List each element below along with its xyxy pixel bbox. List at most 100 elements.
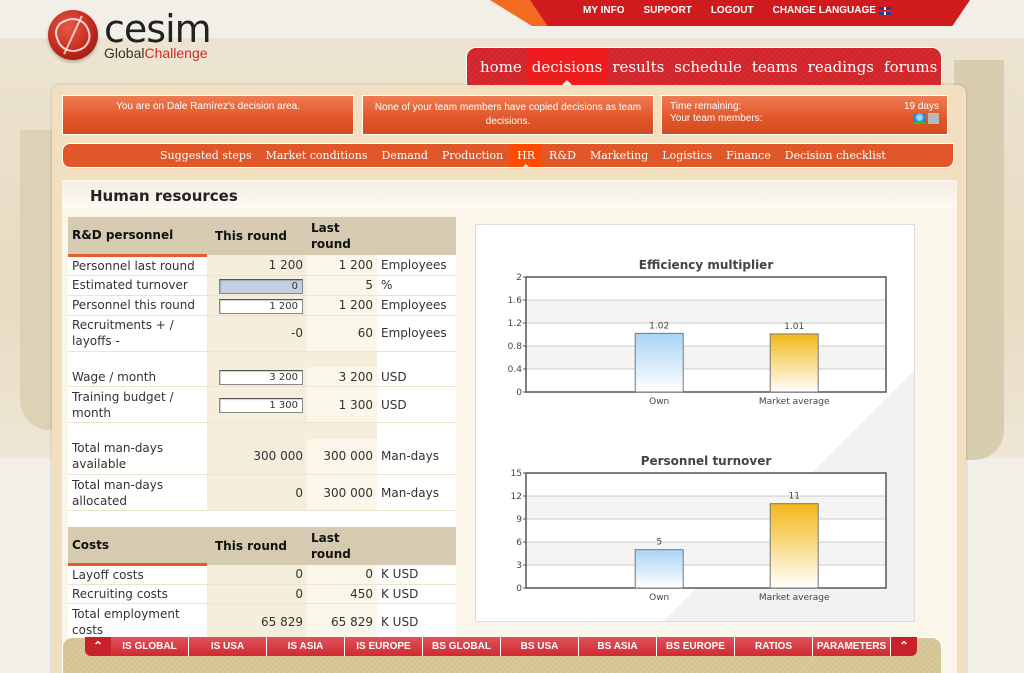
nav-readings[interactable]: readings <box>803 48 879 85</box>
data-label: 11 <box>788 492 799 502</box>
report-tab-bs-europe[interactable]: BS EUROPE <box>657 637 735 656</box>
report-tab-ratios[interactable]: RATIOS <box>735 637 813 656</box>
subnav-suggested-steps[interactable]: Suggested steps <box>153 144 259 167</box>
y-tick-label: 9 <box>516 515 522 525</box>
plot-area <box>526 277 886 392</box>
table-row: Personnel this round 1 200 1 200 Employe… <box>68 295 456 316</box>
main-nav: home decisions results schedule teams re… <box>466 47 942 85</box>
report-tab-is-europe[interactable]: IS EUROPE <box>345 637 423 656</box>
nav-results[interactable]: results <box>607 48 669 85</box>
table-row: Total employment costs 65 829 65 829 K U… <box>68 603 456 640</box>
cesim-logo[interactable]: cesim GlobalChallenge <box>48 10 212 61</box>
col-header-label: Costs <box>68 526 207 566</box>
report-tab-bs-asia[interactable]: BS ASIA <box>579 637 657 656</box>
brand-subtitle: GlobalChallenge <box>104 45 208 61</box>
logout-link[interactable]: LOGOUT <box>711 5 754 16</box>
table-row: Training budget / month 1 300 1 300 USD <box>68 386 456 423</box>
time-remaining-label: Time remaining: <box>670 101 742 112</box>
table-row: Estimated turnover 0 5 % <box>68 275 456 296</box>
report-tab-is-global[interactable]: IS GLOBAL <box>111 637 189 656</box>
x-tick-label: Own <box>649 397 669 407</box>
subnav-hr[interactable]: HR <box>510 144 543 168</box>
top-links: MY INFO SUPPORT LOGOUT CHANGE LANGUAGE <box>583 5 891 16</box>
y-tick-label: 1.6 <box>508 296 523 306</box>
subnav-production[interactable]: Production <box>435 144 510 167</box>
efficiency-multiplier-chart: Efficiency multiplier 0 0.4 0.8 1.2 1.6 2 1.02 O… <box>508 258 887 407</box>
chart-title: Efficiency multiplier <box>639 258 774 272</box>
copy-status-notice: None of your team members have copied de… <box>362 95 654 135</box>
bar-market-average <box>769 503 819 589</box>
time-remaining-box: Time remaining: 19 days Your team member… <box>661 95 948 135</box>
estimated-turnover-input[interactable]: 0 <box>219 278 303 294</box>
nav-teams[interactable]: teams <box>747 48 803 85</box>
time-remaining-value: 19 days <box>903 101 939 112</box>
table-row: Total man-days available 300 000 300 000… <box>68 438 456 475</box>
team-member-online-icon[interactable] <box>914 113 925 124</box>
globe-logo-icon <box>48 10 98 60</box>
grid-band <box>526 300 886 323</box>
subnav-market-conditions[interactable]: Market conditions <box>259 144 375 167</box>
y-tick-label: 0.8 <box>508 342 523 352</box>
personnel-turnover-chart: Personnel turnover 0 3 6 9 12 15 5 Own 11 Market a… <box>511 454 887 603</box>
bar-market-average <box>769 333 819 393</box>
report-tab-is-asia[interactable]: IS ASIA <box>267 637 345 656</box>
my-info-link[interactable]: MY INFO <box>583 5 624 16</box>
nav-decisions[interactable]: decisions <box>526 48 608 85</box>
table-row: Total man-days allocated 0 300 000 Man-d… <box>68 474 456 511</box>
subnav-marketing[interactable]: Marketing <box>583 144 655 167</box>
table-row: Personnel last round 1 200 1 200 Employe… <box>68 255 456 276</box>
report-tab-is-usa[interactable]: IS USA <box>189 637 267 656</box>
report-tab-bs-usa[interactable]: BS USA <box>501 637 579 656</box>
wage-input[interactable]: 3 200 <box>219 370 303 385</box>
personnel-table: R&D personnel This round Last round Pers… <box>68 217 456 527</box>
nav-home[interactable]: home <box>475 48 527 85</box>
col-header-unit <box>377 526 456 565</box>
y-tick-label: 0.4 <box>508 365 523 375</box>
chart-title: Personnel turnover <box>641 454 772 468</box>
table-row: Recruiting costs 0 450 K USD <box>68 584 456 604</box>
subnav-decision-checklist[interactable]: Decision checklist <box>778 144 893 167</box>
y-tick-label: 12 <box>511 492 522 502</box>
col-header-last-round: Last round <box>307 217 377 255</box>
y-tick-label: 3 <box>516 561 522 571</box>
bar-own <box>634 332 684 393</box>
report-tab-bs-global[interactable]: BS GLOBAL <box>423 637 501 656</box>
data-label: 5 <box>656 538 662 548</box>
page-title: Human resources <box>62 182 957 208</box>
report-tab-parameters[interactable]: PARAMETERS <box>813 637 891 656</box>
nav-schedule[interactable]: schedule <box>669 48 747 85</box>
decision-sub-nav: Suggested steps Market conditions Demand… <box>62 143 954 168</box>
subnav-demand[interactable]: Demand <box>374 144 434 167</box>
data-label: 1.01 <box>784 322 804 332</box>
col-header-this-round: This round <box>207 526 307 565</box>
grid-band <box>526 542 886 565</box>
costs-table: Costs This round Last round Layoff costs… <box>68 526 456 640</box>
grid-band <box>526 346 886 369</box>
y-tick-label: 0 <box>516 388 522 398</box>
expand-up-icon[interactable]: ⌃ <box>85 637 111 656</box>
data-label: 1.02 <box>649 321 669 331</box>
x-tick-label: Market average <box>759 593 830 603</box>
col-header-last-round: Last round <box>307 526 377 565</box>
table-spacer <box>68 510 456 527</box>
change-language-link[interactable]: CHANGE LANGUAGE <box>773 5 891 16</box>
support-link[interactable]: SUPPORT <box>643 5 691 16</box>
y-tick-label: 15 <box>511 469 522 479</box>
col-header-this-round: This round <box>207 217 307 255</box>
subnav-logistics[interactable]: Logistics <box>655 144 719 167</box>
uk-flag-icon <box>878 6 891 15</box>
y-tick-label: 1.2 <box>508 319 522 329</box>
report-tabs: ⌃ IS GLOBAL IS USA IS ASIA IS EUROPE BS … <box>85 637 917 656</box>
x-tick-label: Market average <box>759 397 830 407</box>
team-member-offline-icon[interactable] <box>928 113 939 124</box>
nav-forums[interactable]: forums <box>879 48 942 85</box>
subnav-rd[interactable]: R&D <box>542 144 583 167</box>
decision-area-notice: You are on Dale Ramírez's decision area. <box>62 95 354 135</box>
expand-up-icon[interactable]: ⌃ <box>891 637 917 656</box>
table-row: Wage / month 3 200 3 200 USD <box>68 367 456 387</box>
x-tick-label: Own <box>649 593 669 603</box>
subnav-finance[interactable]: Finance <box>719 144 778 167</box>
charts-panel: Efficiency multiplier 0 0.4 0.8 1.2 1.6 2 1.02 O… <box>475 224 915 622</box>
training-budget-input[interactable]: 1 300 <box>219 398 303 413</box>
personnel-this-round-input[interactable]: 1 200 <box>219 298 303 314</box>
